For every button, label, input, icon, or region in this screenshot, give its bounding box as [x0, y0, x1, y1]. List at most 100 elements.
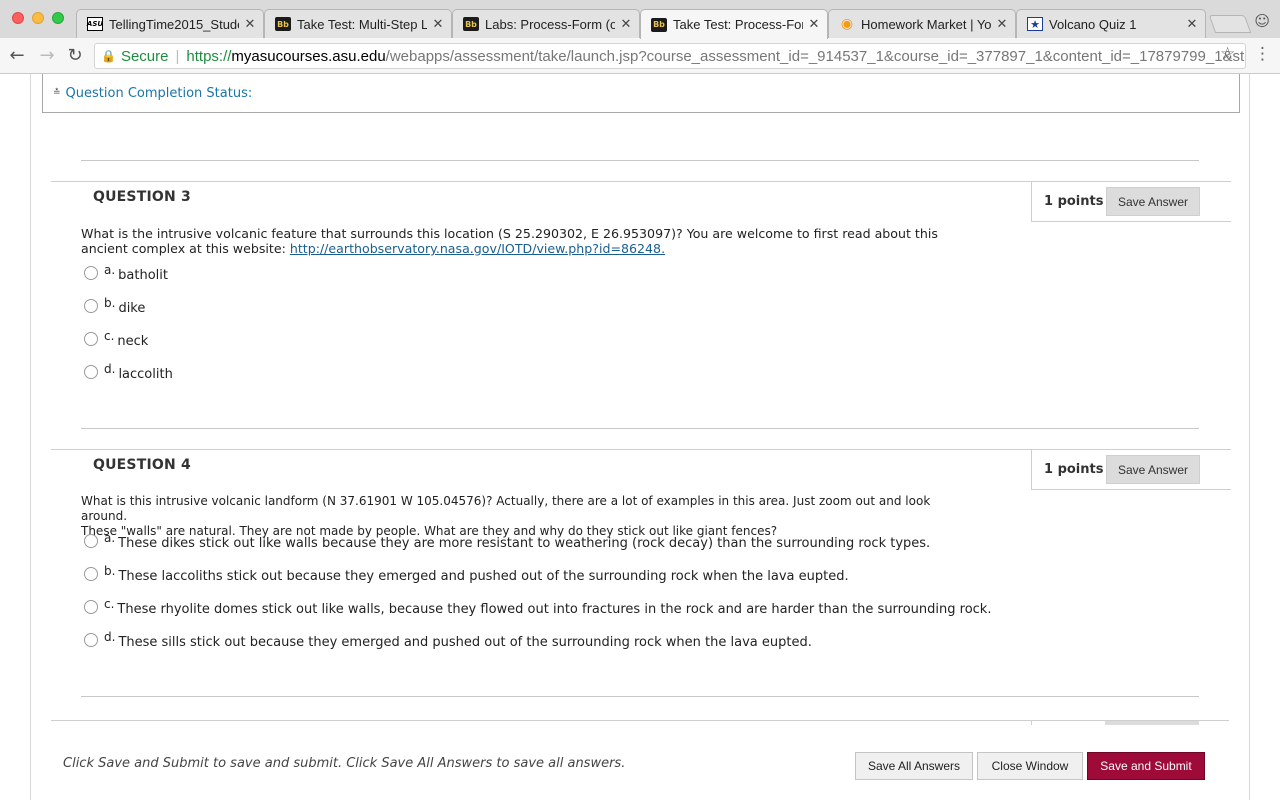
url-host: myasucourses.asu.edu	[231, 47, 386, 65]
close-tab-icon[interactable]: ✕	[807, 17, 821, 32]
radio-button[interactable]	[84, 534, 98, 548]
save-and-submit-button[interactable]: Save and Submit	[1087, 752, 1205, 780]
answer-option[interactable]: d. laccolith	[84, 362, 173, 382]
close-tab-icon[interactable]: ✕	[619, 17, 633, 32]
star-favicon-icon: ★	[1027, 17, 1043, 31]
answer-option[interactable]: d. These sills stick out because they em…	[84, 630, 812, 650]
answer-text: dike	[118, 301, 146, 316]
blackboard-favicon-icon: Bb	[463, 17, 479, 31]
answer-text: neck	[117, 334, 149, 349]
radio-button[interactable]	[84, 299, 98, 313]
bookmark-star-icon[interactable]: ☆	[1220, 44, 1235, 64]
radio-button[interactable]	[84, 633, 98, 647]
new-tab-button[interactable]	[1208, 15, 1252, 33]
points-box: 1 points Save Answer	[1031, 449, 1231, 490]
reload-icon[interactable]: ↻	[64, 45, 86, 67]
homework-market-favicon-icon: ◉	[840, 16, 854, 32]
url-path: /webapps/assessment/take/launch.jsp?cour…	[385, 47, 1246, 65]
tab-label: Take Test: Multi-Step La	[297, 16, 427, 32]
answer-text: batholit	[118, 268, 169, 283]
answer-option[interactable]: b. These laccoliths stick out because th…	[84, 564, 849, 584]
tab-label: TellingTime2015_Stude	[109, 16, 239, 32]
blackboard-favicon-icon: Bb	[275, 17, 291, 31]
close-tab-icon[interactable]: ✕	[243, 17, 257, 32]
tab-label: Homework Market | You	[861, 16, 991, 32]
tab-label: Volcano Quiz 1	[1049, 16, 1137, 32]
close-tab-icon[interactable]: ✕	[1185, 17, 1199, 32]
answer-letter: c.	[104, 597, 115, 611]
points-label: 1 points	[1044, 194, 1104, 209]
question-completion-status[interactable]: ≛ Question Completion Status:	[42, 74, 1240, 113]
submit-bar: Click Save and Submit to save and submit…	[31, 726, 1249, 800]
radio-button[interactable]	[84, 600, 98, 614]
radio-button[interactable]	[84, 365, 98, 379]
tab-strip: ASU TellingTime2015_Stude ✕ Bb Take Test…	[0, 0, 1280, 39]
asu-favicon-icon: ASU	[87, 17, 103, 31]
close-tab-icon[interactable]: ✕	[431, 17, 445, 32]
assessment-page: ≛ Question Completion Status: QUESTION 3…	[30, 74, 1250, 800]
browser-tab[interactable]: ★ Volcano Quiz 1 ✕	[1016, 9, 1206, 38]
close-tab-icon[interactable]: ✕	[995, 17, 1009, 32]
divider	[81, 696, 1199, 697]
minimize-window-dot[interactable]	[32, 12, 44, 24]
secure-label: Secure	[120, 47, 169, 65]
tab-label: Labs: Process-Form (ou	[485, 16, 615, 32]
answer-letter: b.	[104, 564, 116, 578]
question-body-line: What is this intrusive volcanic landform…	[81, 494, 931, 523]
submit-hint: Click Save and Submit to save and submit…	[63, 756, 626, 771]
answer-letter: c.	[104, 329, 115, 343]
question-title: QUESTION 4	[93, 457, 191, 473]
points-box: 1 points Save Answer	[1031, 181, 1231, 222]
answer-option[interactable]: b. dike	[84, 296, 146, 316]
url-scheme: https://	[186, 47, 232, 65]
answer-letter: d.	[104, 630, 116, 644]
tab-label: Take Test: Process-Forr	[673, 17, 803, 32]
answer-letter: d.	[104, 362, 116, 376]
close-window-dot[interactable]	[12, 12, 24, 24]
question-title: QUESTION 3	[93, 189, 191, 205]
browser-tab[interactable]: ◉ Homework Market | You ✕	[828, 9, 1016, 38]
question-text: What is the intrusive volcanic feature t…	[81, 226, 961, 256]
zoom-window-dot[interactable]	[52, 12, 64, 24]
answer-option[interactable]: a. batholit	[84, 263, 169, 283]
question-text: What is this intrusive volcanic landform…	[81, 494, 961, 539]
address-separator: |	[175, 47, 180, 65]
browser-tab[interactable]: Bb Labs: Process-Form (ou ✕	[452, 9, 640, 38]
next-save-answer-button	[1105, 721, 1199, 725]
answer-letter: b.	[104, 296, 116, 310]
browser-tab-active[interactable]: Bb Take Test: Process-Forr ✕	[640, 9, 828, 39]
answer-text: These dikes stick out like walls because…	[118, 536, 931, 551]
answer-text: laccolith	[118, 367, 173, 382]
address-bar[interactable]: 🔒 Secure | https://myasucourses.asu.edu /…	[94, 43, 1246, 69]
radio-button[interactable]	[84, 567, 98, 581]
answer-letter: a.	[104, 531, 116, 545]
radio-button[interactable]	[84, 332, 98, 346]
close-window-button[interactable]: Close Window	[977, 752, 1083, 780]
answer-text: These laccoliths stick out because they …	[118, 569, 849, 584]
browser-tab[interactable]: Bb Take Test: Multi-Step La ✕	[264, 9, 452, 38]
forward-arrow-icon[interactable]: →	[36, 45, 58, 67]
divider	[81, 160, 1199, 161]
answer-text: These rhyolite domes stick out like wall…	[117, 602, 992, 617]
blackboard-favicon-icon: Bb	[651, 17, 667, 32]
lock-icon: 🔒	[101, 49, 116, 63]
answer-letter: a.	[104, 263, 116, 277]
browser-tab[interactable]: ASU TellingTime2015_Stude ✕	[76, 9, 264, 38]
save-all-answers-button[interactable]: Save All Answers	[855, 752, 973, 780]
chevron-down-icon: ≛	[53, 88, 61, 98]
answer-text: These sills stick out because they emerg…	[118, 635, 812, 650]
reference-link[interactable]: http://earthobservatory.nasa.gov/IOTD/vi…	[290, 241, 665, 256]
answer-option[interactable]: a. These dikes stick out like walls beca…	[84, 531, 931, 551]
back-arrow-icon[interactable]: ←	[6, 45, 28, 67]
answer-option[interactable]: c. These rhyolite domes stick out like w…	[84, 597, 992, 617]
save-answer-button[interactable]: Save Answer	[1106, 187, 1200, 216]
save-answer-button[interactable]: Save Answer	[1106, 455, 1200, 484]
menu-dots-icon[interactable]: ⋮	[1254, 44, 1271, 64]
profile-icon[interactable]: ☺	[1254, 12, 1270, 30]
completion-status-label: Question Completion Status:	[65, 85, 253, 101]
answer-option[interactable]: c. neck	[84, 329, 149, 349]
points-label: 1 points	[1044, 462, 1104, 477]
divider	[81, 428, 1199, 429]
radio-button[interactable]	[84, 266, 98, 280]
browser-toolbar: ← → ↻ 🔒 Secure | https://myasucourses.as…	[0, 38, 1280, 74]
